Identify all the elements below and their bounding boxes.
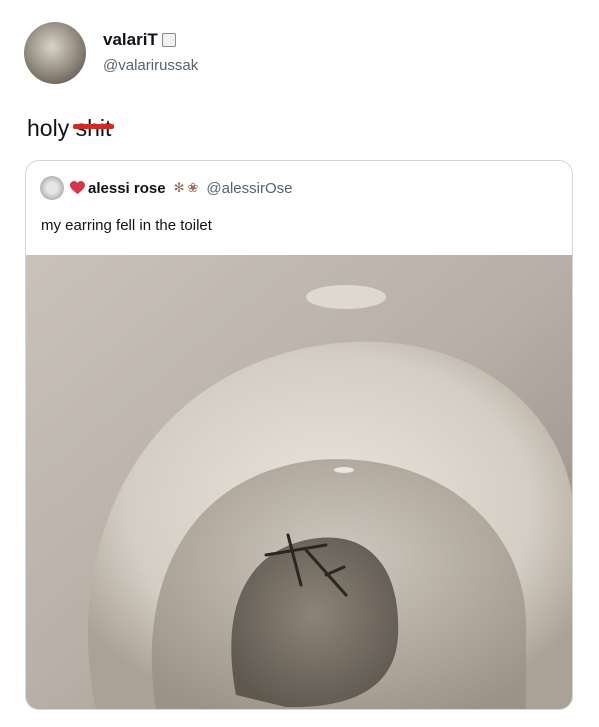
- heart-icon: [70, 181, 85, 195]
- quote-display-name[interactable]: alessi rose: [88, 180, 166, 197]
- tweet-card: valariT @valarirussak holy shit alessi r…: [0, 0, 599, 727]
- quoted-tweet[interactable]: alessi rose ✻ ❀ @alessirOse my earring f…: [25, 160, 573, 710]
- attached-photo[interactable]: [26, 255, 572, 709]
- quote-handle: @alessirOse: [206, 179, 293, 197]
- quote-header: alessi rose ✻ ❀ @alessirOse: [40, 176, 292, 200]
- tweet-text-prefix: holy: [27, 115, 76, 141]
- emoji-icons: ✻ ❀: [174, 181, 199, 195]
- toilet-photo-image: [26, 255, 572, 709]
- author-handle[interactable]: @valarirussak: [103, 57, 198, 74]
- author-display-name[interactable]: valariT: [103, 30, 176, 50]
- tweet-text: holy shit: [27, 115, 115, 142]
- flower-emoji-icon: ❀: [187, 180, 199, 195]
- sparkle-emoji-icon: ✻: [173, 180, 185, 195]
- badge-icon: [161, 33, 176, 47]
- author-name-text: valariT: [103, 30, 158, 49]
- censor-scribble: [72, 124, 115, 129]
- quote-text: my earring fell in the toilet: [41, 217, 212, 234]
- quote-avatar[interactable]: [40, 176, 64, 200]
- avatar[interactable]: [24, 22, 86, 84]
- censored-word: shit: [72, 115, 115, 142]
